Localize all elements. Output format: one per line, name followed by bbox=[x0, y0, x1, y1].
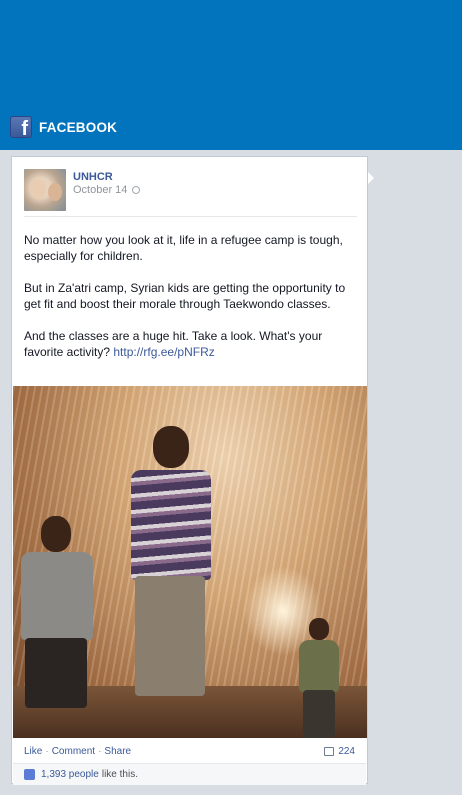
facebook-logo-icon: f bbox=[10, 116, 32, 138]
post-link[interactable]: http://rfg.ee/pNFRz bbox=[113, 345, 214, 359]
facebook-brand[interactable]: f FACEBOOK bbox=[10, 116, 117, 138]
action-bar: Like · Comment · Share bbox=[24, 746, 357, 760]
comment-count-text: 224 bbox=[338, 746, 355, 757]
comment-icon bbox=[324, 747, 335, 756]
page-header: f FACEBOOK bbox=[0, 0, 462, 150]
child-figure bbox=[113, 426, 233, 696]
likes-summary: 1,393 people like this. bbox=[13, 763, 366, 785]
thumbs-up-icon bbox=[24, 769, 35, 780]
post-message: No matter how you look at it, life in a … bbox=[24, 232, 357, 376]
child-figure bbox=[295, 618, 345, 738]
avatar[interactable] bbox=[24, 169, 66, 211]
child-figure bbox=[15, 516, 105, 736]
post-paragraph: And the classes are a huge hit. Take a l… bbox=[24, 328, 357, 360]
separator: · bbox=[98, 746, 102, 757]
comment-button[interactable]: Comment bbox=[52, 746, 95, 757]
card-pointer bbox=[368, 172, 374, 184]
comment-count[interactable]: 224 bbox=[324, 746, 355, 757]
likes-suffix: like this. bbox=[101, 769, 138, 780]
post-date-text: October 14 bbox=[73, 184, 128, 196]
post-paragraph: No matter how you look at it, life in a … bbox=[24, 233, 343, 263]
post-paragraph: But in Za'atri camp, Syrian kids are get… bbox=[24, 281, 346, 311]
post-author[interactable]: UNHCR bbox=[73, 171, 113, 183]
brand-title: FACEBOOK bbox=[39, 119, 118, 135]
likes-count[interactable]: 1,393 people bbox=[41, 769, 99, 780]
post-date[interactable]: October 14 bbox=[73, 184, 141, 196]
globe-icon bbox=[132, 186, 141, 194]
separator: · bbox=[45, 746, 49, 757]
post-photo[interactable] bbox=[13, 386, 367, 738]
share-button[interactable]: Share bbox=[104, 746, 131, 757]
post-card: UNHCR October 14 No matter how you look … bbox=[11, 156, 368, 785]
like-button[interactable]: Like bbox=[24, 746, 42, 757]
divider bbox=[24, 216, 357, 217]
